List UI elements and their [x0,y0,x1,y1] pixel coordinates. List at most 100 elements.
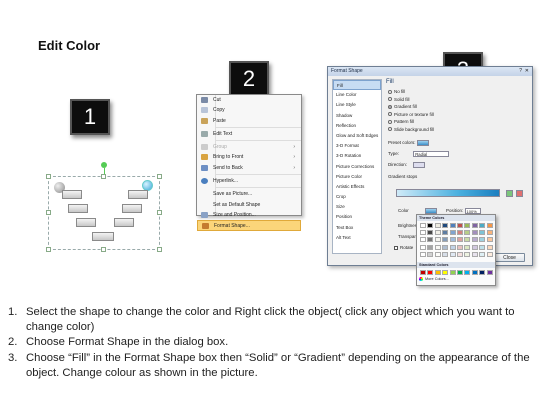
selected-shape-diagram[interactable] [46,162,162,252]
theme-color-swatch[interactable] [479,230,486,236]
resize-handle[interactable] [101,247,106,252]
standard-color-swatch[interactable] [449,269,456,275]
gradient-stops-bar[interactable] [396,189,500,197]
theme-color-swatch[interactable] [449,244,456,250]
radio-slide-background-fill[interactable]: Slide background fill [386,126,530,134]
theme-color-swatch[interactable] [479,244,486,250]
category-line-color[interactable]: Line Color [333,90,381,100]
remove-stop-button[interactable] [516,190,523,197]
radio-no-fill[interactable]: No fill [386,88,530,96]
theme-color-swatch[interactable] [457,230,463,236]
standard-color-swatch[interactable] [442,269,449,275]
standard-color-swatch[interactable] [479,269,486,275]
category-3d-format[interactable]: 3-D Format [333,141,381,151]
category-picture-corrections[interactable]: Picture Corrections [333,162,381,172]
theme-color-swatch[interactable] [442,251,449,257]
theme-color-swatch[interactable] [420,237,426,243]
standard-color-swatch[interactable] [420,269,426,275]
theme-color-swatch[interactable] [486,244,493,250]
theme-color-swatch[interactable] [486,223,493,228]
theme-color-swatch[interactable] [479,237,486,243]
close-icon[interactable]: ✕ [525,68,529,74]
theme-color-swatch[interactable] [449,237,456,243]
menu-item-set-default-shape[interactable]: Set as Default Shape [197,200,301,210]
category-line-style[interactable]: Line Style [333,100,381,110]
theme-color-swatch[interactable] [486,230,493,236]
resize-handle[interactable] [46,247,51,252]
add-stop-button[interactable] [506,190,513,197]
theme-color-swatch[interactable] [427,251,434,257]
category-glow[interactable]: Glow and Soft Edges [333,131,381,141]
theme-color-swatch[interactable] [442,237,449,243]
theme-color-swatch[interactable] [420,244,426,250]
theme-color-swatch[interactable] [449,230,456,236]
menu-item-send-to-back[interactable]: Send to Back › [197,163,301,173]
category-artistic-effects[interactable]: Artistic Effects [333,182,381,192]
theme-color-swatch[interactable] [434,244,441,250]
menu-item-save-as-picture[interactable]: Save as Picture... [197,189,301,199]
standard-color-swatch[interactable] [457,269,463,275]
theme-color-swatch[interactable] [442,230,449,236]
radio-picture-fill[interactable]: Picture or texture fill [386,111,530,119]
resize-handle[interactable] [46,174,51,179]
theme-color-swatch[interactable] [471,251,478,257]
category-reflection[interactable]: Reflection [333,121,381,131]
theme-color-swatch[interactable] [434,230,441,236]
theme-color-swatch[interactable] [457,251,463,257]
rotate-row[interactable]: Rotate [394,244,413,252]
menu-item-group[interactable]: Group › [197,142,301,152]
theme-color-swatch[interactable] [427,223,434,228]
theme-color-swatch[interactable] [442,244,449,250]
theme-color-swatch[interactable] [464,223,471,228]
resize-handle[interactable] [157,210,162,215]
resize-handle[interactable] [46,210,51,215]
rotation-handle[interactable] [101,162,107,168]
category-alt-text[interactable]: Alt Text [333,233,381,243]
category-crop[interactable]: Crop [333,192,381,202]
help-icon[interactable]: ? [519,68,522,74]
theme-color-swatch[interactable] [464,244,471,250]
more-colors-link[interactable]: More Colors... [419,277,449,281]
theme-color-swatch[interactable] [420,230,426,236]
category-picture-color[interactable]: Picture Color [333,172,381,182]
menu-item-cut[interactable]: Cut [197,95,301,105]
theme-color-swatch[interactable] [449,223,456,228]
category-3d-rotation[interactable]: 3-D Rotation [333,151,381,161]
theme-color-swatch[interactable] [449,251,456,257]
theme-color-swatch[interactable] [479,223,486,228]
theme-color-swatch[interactable] [420,223,426,228]
resize-handle[interactable] [157,174,162,179]
theme-color-swatch[interactable] [434,237,441,243]
theme-color-swatch[interactable] [479,251,486,257]
standard-color-swatch[interactable] [464,269,471,275]
position-spinner[interactable]: 100% [464,207,481,214]
theme-color-swatch[interactable] [427,244,434,250]
theme-color-swatch[interactable] [464,251,471,257]
color-dropdown[interactable] [425,207,438,214]
standard-color-swatch[interactable] [471,269,478,275]
theme-color-swatch[interactable] [442,223,449,228]
type-dropdown[interactable]: Radial [413,150,450,157]
theme-color-swatch[interactable] [457,237,463,243]
theme-color-swatch[interactable] [457,223,463,228]
theme-color-swatch[interactable] [486,237,493,243]
category-size[interactable]: Size [333,202,381,212]
menu-item-hyperlink[interactable]: Hyperlink... [197,176,301,186]
standard-color-swatch[interactable] [486,269,493,275]
standard-color-swatch[interactable] [434,269,441,275]
theme-color-swatch[interactable] [471,244,478,250]
menu-item-format-shape[interactable]: Format Shape... [197,220,301,231]
menu-item-edit-text[interactable]: Edit Text [197,129,301,139]
theme-color-swatch[interactable] [434,223,441,228]
theme-color-swatch[interactable] [471,237,478,243]
theme-color-swatch[interactable] [434,251,441,257]
theme-color-swatch[interactable] [427,230,434,236]
theme-color-swatch[interactable] [427,237,434,243]
category-fill[interactable]: Fill [333,80,381,91]
menu-item-paste[interactable]: Paste [197,116,301,126]
close-button[interactable]: Close [494,253,525,262]
resize-handle[interactable] [157,247,162,252]
category-shadow[interactable]: Shadow [333,111,381,121]
theme-color-swatch[interactable] [457,244,463,250]
theme-color-swatch[interactable] [464,230,471,236]
